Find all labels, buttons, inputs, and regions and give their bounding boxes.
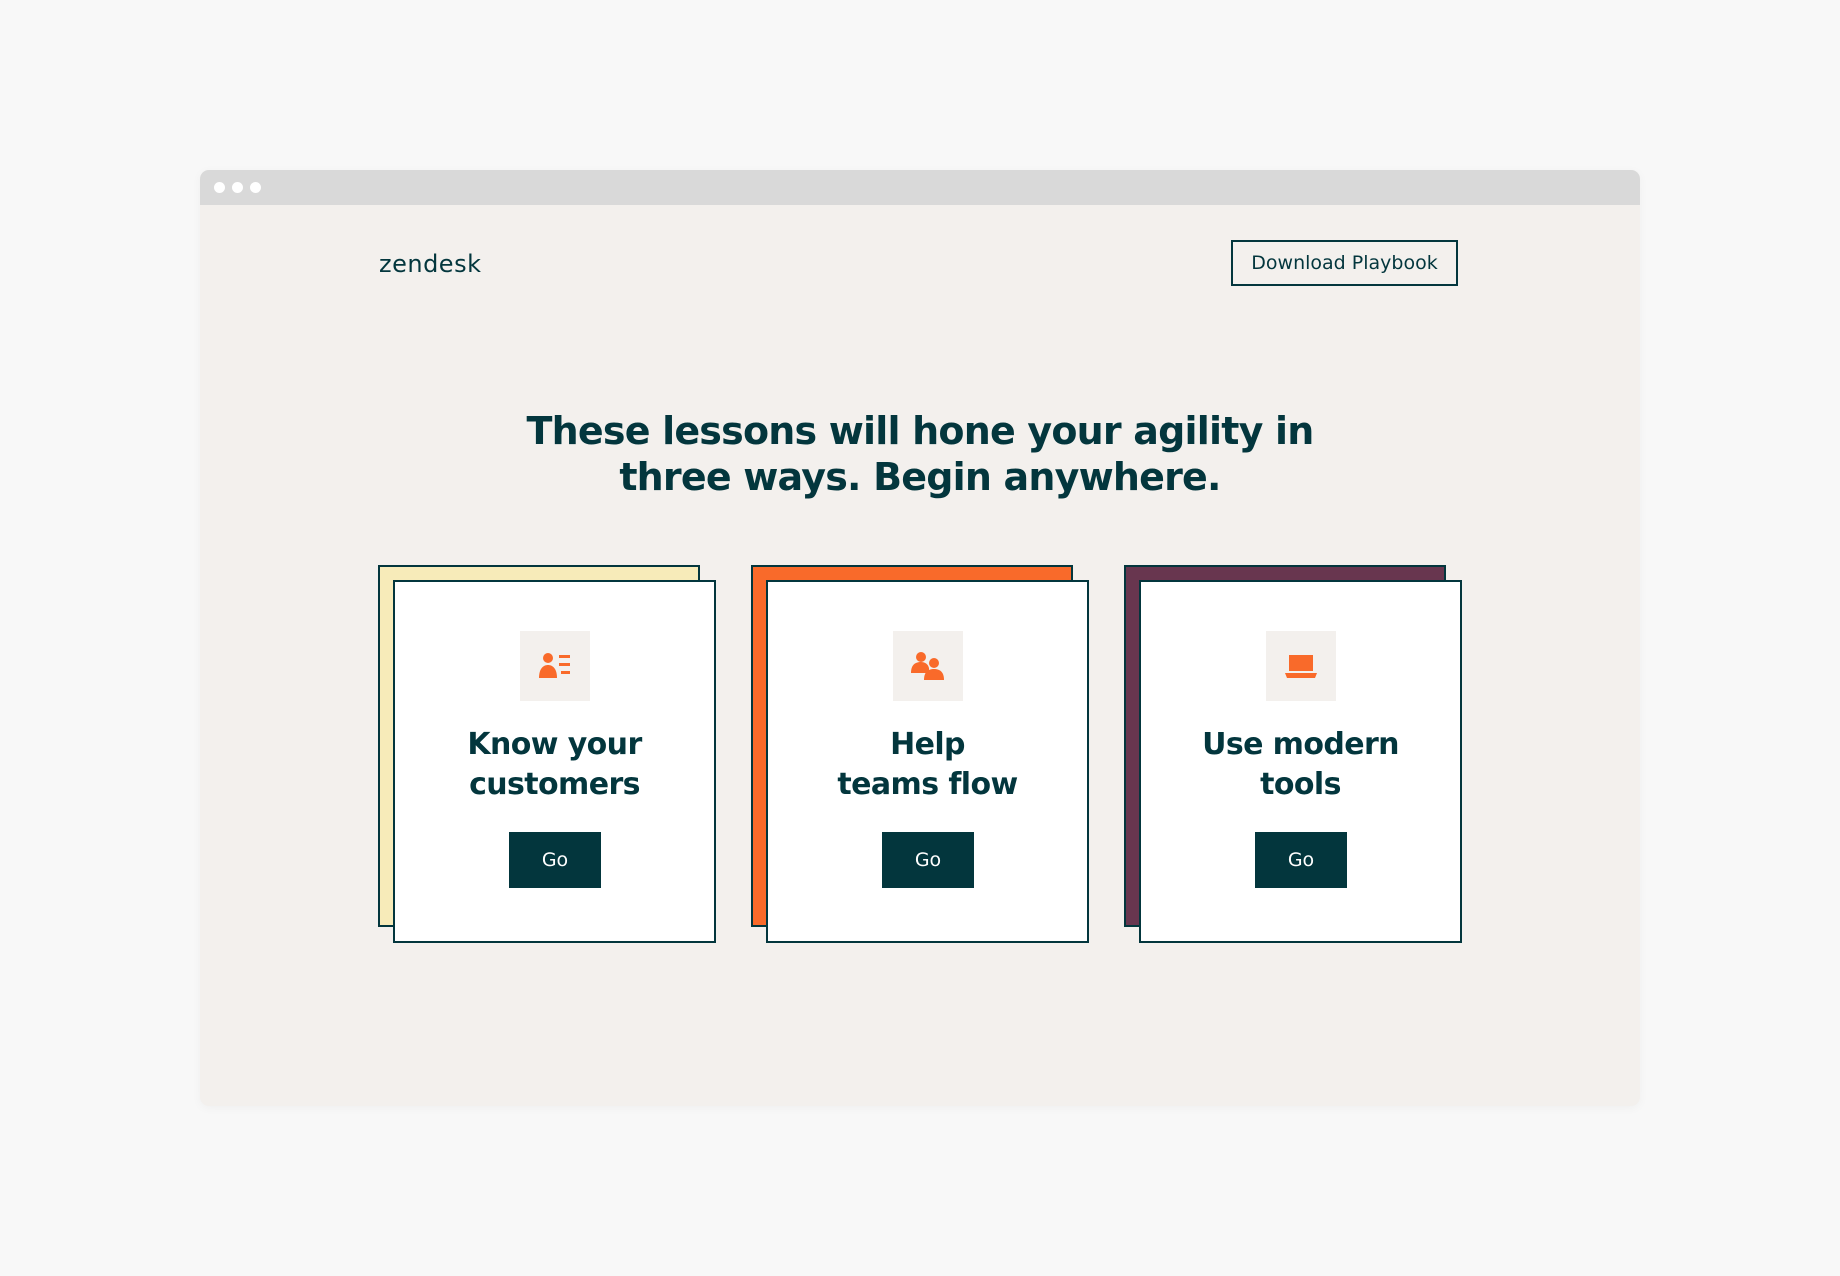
card-front-panel: Know your customers Go — [393, 580, 716, 943]
card-title: Know your customers — [395, 725, 714, 805]
window-dot-icon — [232, 182, 243, 193]
zendesk-logo[interactable]: zendesk — [379, 250, 481, 278]
card-icon-box — [1266, 631, 1336, 701]
headline-line-2: three ways. Begin anywhere. — [619, 455, 1221, 499]
browser-window: zendesk Download Playbook These lessons … — [200, 170, 1640, 1106]
go-button[interactable]: Go — [509, 832, 601, 888]
card-title-line-1: Use modern — [1202, 727, 1399, 762]
card-help-teams-flow: Help teams flow Go — [751, 565, 1089, 943]
go-button[interactable]: Go — [882, 832, 974, 888]
team-people-icon — [911, 652, 944, 680]
page-headline: These lessons will hone your agility in … — [200, 408, 1640, 500]
window-titlebar — [200, 170, 1640, 205]
laptop-icon — [1285, 655, 1317, 678]
card-icon-box — [893, 631, 963, 701]
card-title: Help teams flow — [768, 725, 1087, 805]
headline-line-1: These lessons will hone your agility in — [526, 409, 1315, 453]
card-title-line-2: teams flow — [837, 767, 1018, 802]
card-title-line-2: tools — [1260, 767, 1341, 802]
card-front-panel: Use modern tools Go — [1139, 580, 1462, 943]
card-title-line-1: Help — [890, 727, 965, 762]
window-dot-icon — [214, 182, 225, 193]
go-button[interactable]: Go — [1255, 832, 1347, 888]
card-title-line-1: Know your — [467, 727, 642, 762]
customer-profile-icon — [539, 653, 570, 678]
card-use-modern-tools: Use modern tools Go — [1124, 565, 1462, 943]
card-front-panel: Help teams flow Go — [766, 580, 1089, 943]
card-title-line-2: customers — [469, 767, 640, 802]
window-dot-icon — [250, 182, 261, 193]
card-title: Use modern tools — [1141, 725, 1460, 805]
download-playbook-button[interactable]: Download Playbook — [1231, 240, 1458, 286]
card-icon-box — [520, 631, 590, 701]
card-know-your-customers: Know your customers Go — [378, 565, 716, 943]
